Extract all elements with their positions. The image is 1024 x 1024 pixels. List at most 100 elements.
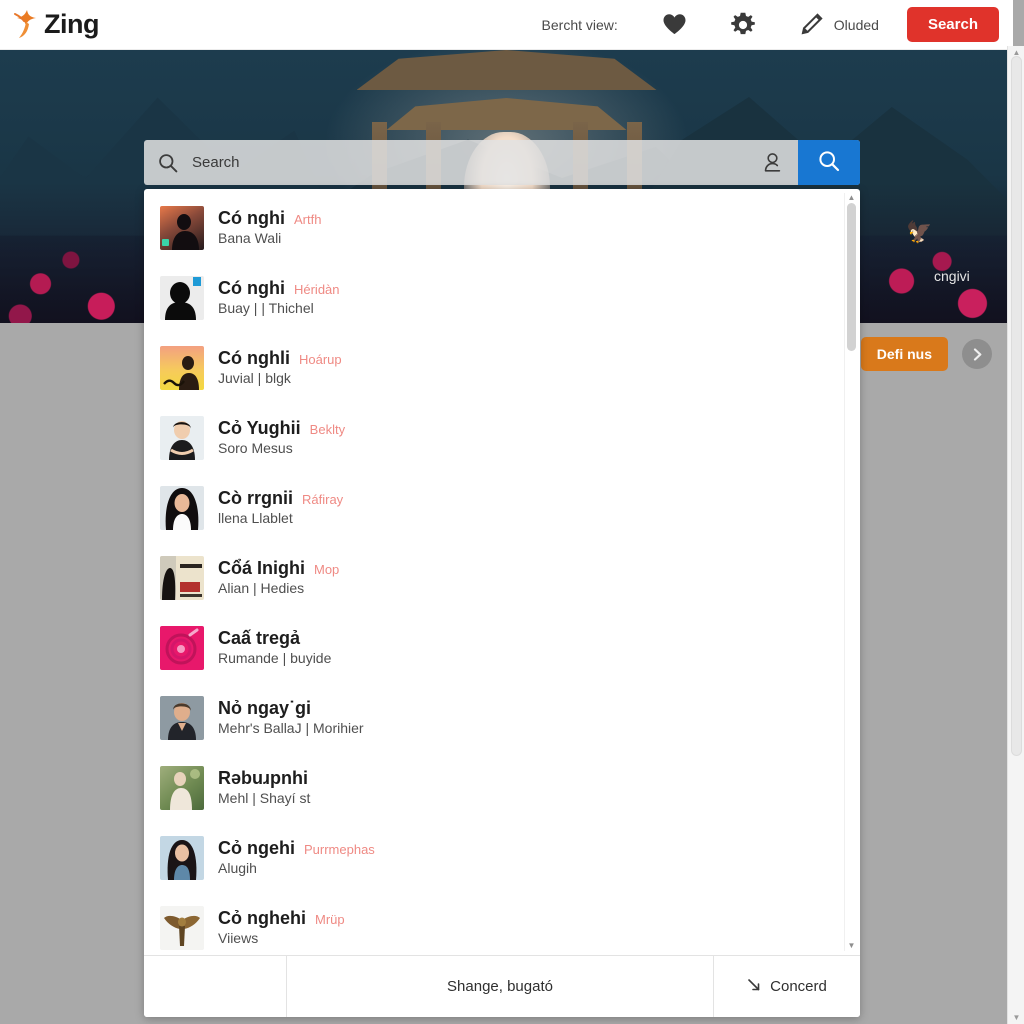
list-item-title-row: Caấ tregả: [218, 628, 331, 650]
list-item[interactable]: Cỏ nghehi Mrüp Viiews: [144, 893, 860, 955]
list-item-title: Nỏ ngay˙gi: [218, 698, 311, 719]
list-item[interactable]: Có nghi Héridàn Buay | | Thichel: [144, 263, 860, 333]
list-item-title-row: Có nghi Artfh: [218, 208, 321, 230]
list-item-subtitle: Soro Mesus: [218, 439, 293, 456]
list-item-title: Rəbuɹpnhi: [218, 768, 308, 789]
list-item-tag: Purrmephas: [304, 842, 375, 858]
scroll-up-icon[interactable]: ▲: [845, 194, 858, 202]
site-header: Zing Bercht view: Oluded Search: [0, 0, 1013, 50]
list-item-title: Cỏ ngehi: [218, 838, 295, 859]
list-item[interactable]: Cổá Inighi Mop Alian | Hedies: [144, 543, 860, 613]
list-item-title: Có nghli: [218, 348, 290, 369]
chevron-right-icon[interactable]: [962, 339, 992, 369]
list-item-title-row: Rəbuɹpnhi: [218, 768, 317, 790]
thumbnail: [160, 556, 204, 600]
list-item-text: Rəbuɹpnhi Mehl | Shayí st: [218, 768, 317, 808]
list-item-subtitle: Alian | Hedies: [218, 579, 305, 596]
search-bar: [144, 140, 860, 185]
pen-label: Oluded: [833, 16, 879, 33]
scrollbar-thumb[interactable]: [847, 203, 856, 351]
person-search-icon[interactable]: [746, 140, 798, 185]
browser-scrollbar-thumb[interactable]: [1011, 56, 1022, 756]
list-item-tag: Ráfiray: [302, 492, 344, 508]
header-search-button[interactable]: Search: [906, 7, 999, 42]
hero-bird-icon: 🦅: [906, 221, 933, 244]
footer-right-label: Concerd: [770, 978, 827, 995]
scroll-down-icon[interactable]: ▼: [1008, 1013, 1024, 1022]
search-icon: [144, 140, 192, 185]
list-item[interactable]: Cò rrgnii Ráfiray llena Llablet: [144, 473, 860, 543]
site-logo[interactable]: Zing: [12, 8, 99, 42]
list-item-subtitle: Juvial | blgk: [218, 369, 291, 386]
suggestions-scrollbar[interactable]: ▲ ▼: [844, 193, 857, 951]
list-item-subtitle: Mehl | Shayí st: [218, 789, 311, 806]
list-item-title: Cò rrgnii: [218, 488, 293, 509]
thumbnail: [160, 486, 204, 530]
thumbnail: [160, 346, 204, 390]
suggestions-footer: Shange, bugató Concerd: [144, 955, 860, 1017]
list-item-subtitle: Bana Wali: [218, 229, 282, 246]
list-item[interactable]: Có nghli Hoárup Juvial | blgk: [144, 333, 860, 403]
list-item-text: Cỏ Yughii Beklty Soro Mesus: [218, 418, 345, 458]
list-item[interactable]: Cỏ Yughii Beklty Soro Mesus: [144, 403, 860, 473]
search-suggestions-dropdown: Có nghi Artfh Bana Wali Có nghi Héridàn …: [144, 189, 860, 1017]
thumbnail: [160, 836, 204, 880]
search-overlay: Có nghi Artfh Bana Wali: [144, 140, 860, 1017]
list-item-text: Cỏ nghehi Mrüp Viiews: [218, 908, 345, 948]
list-item-title-row: Cỏ ngehi Purrmephas: [218, 838, 375, 860]
pagoda-roof-lower: [386, 98, 627, 130]
list-item[interactable]: Cỏ ngehi Purrmephas Alugih: [144, 823, 860, 893]
promo-button[interactable]: Defi nus: [860, 337, 948, 371]
list-item-text: Nỏ ngay˙gi Mehr's BallaJ | Morihier: [218, 698, 364, 738]
list-item-subtitle: Mehr's BallaJ | Morihier: [218, 719, 364, 736]
footer-left-cell[interactable]: [144, 956, 287, 1017]
list-item-text: Cò rrgnii Ráfiray llena Llablet: [218, 488, 343, 528]
list-item-text: Cổá Inighi Mop Alian | Hedies: [218, 558, 339, 598]
thumbnail: [160, 276, 204, 320]
scroll-down-icon[interactable]: ▼: [845, 942, 858, 950]
list-item[interactable]: Nỏ ngay˙gi Mehr's BallaJ | Morihier: [144, 683, 860, 753]
thumbnail: [160, 416, 204, 460]
list-item-subtitle: Alugih: [218, 859, 257, 876]
list-item-title-row: Cỏ Yughii Beklty: [218, 418, 345, 440]
list-item-title: Cỏ Yughii: [218, 418, 301, 439]
list-item-title: Có nghi: [218, 278, 285, 299]
pagoda-roof-top: [356, 50, 657, 90]
list-item-tag: Hoárup: [298, 352, 342, 368]
list-item-tag: Mrüp: [315, 912, 345, 928]
list-item-subtitle: Buay | | Thichel: [218, 299, 314, 316]
arrow-down-right-icon: [747, 978, 762, 996]
list-item-title-row: Có nghli Hoárup: [218, 348, 342, 370]
page-root: Zing Bercht view: Oluded Search 🦅 cngivi…: [0, 0, 1024, 1024]
list-item-text: Có nghi Héridàn Buay | | Thichel: [218, 278, 340, 318]
search-submit-button[interactable]: [798, 140, 860, 185]
heart-icon[interactable]: [652, 8, 698, 42]
list-item[interactable]: Có nghi Artfh Bana Wali: [144, 193, 860, 263]
footer-right-button[interactable]: Concerd: [714, 956, 860, 1017]
list-item-title-row: Cỏ nghehi Mrüp: [218, 908, 345, 930]
pen-icon[interactable]: [788, 8, 834, 42]
list-item-title: Caấ tregả: [218, 628, 301, 649]
list-item-text: Có nghli Hoárup Juvial | blgk: [218, 348, 342, 388]
search-icon: [818, 150, 840, 175]
list-item-tag: Héridàn: [293, 282, 340, 298]
thumbnail: [160, 906, 204, 950]
thumbnail: [160, 766, 204, 810]
search-input[interactable]: [192, 140, 746, 185]
list-item[interactable]: Caấ tregả Rumande | buyide: [144, 613, 860, 683]
browser-scrollbar[interactable]: ▲ ▼: [1007, 46, 1024, 1024]
list-item[interactable]: Rəbuɹpnhi Mehl | Shayí st: [144, 753, 860, 823]
list-item-title: Cỏ nghehi: [218, 908, 306, 929]
view-label: Bercht view:: [541, 16, 618, 33]
thumbnail: [160, 626, 204, 670]
list-item-subtitle: Viiews: [218, 929, 259, 946]
hero-bird-label: cngivi: [934, 268, 970, 284]
list-item-title: Có nghi: [218, 208, 285, 229]
list-item-tag: Beklty: [309, 422, 346, 438]
gear-icon[interactable]: [720, 8, 766, 42]
list-item-subtitle: Rumande | buyide: [218, 649, 332, 666]
suggestions-list: Có nghi Artfh Bana Wali Có nghi Héridàn …: [144, 189, 860, 955]
header-actions: Bercht view: Oluded Search: [542, 7, 1013, 42]
footer-center-button[interactable]: Shange, bugató: [287, 956, 714, 1017]
list-item-text: Caấ tregả Rumande | buyide: [218, 628, 331, 668]
